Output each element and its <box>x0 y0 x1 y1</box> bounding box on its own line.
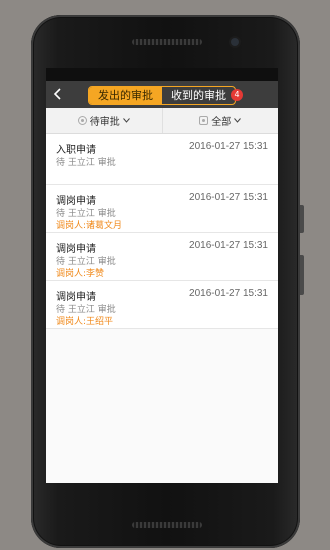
list-item[interactable]: 调岗申请 2016-01-27 15:31 待 王立江 审批 调岗人:李赞 <box>46 233 278 281</box>
item-title: 调岗申请 <box>56 292 96 303</box>
back-arrow-icon[interactable] <box>51 87 65 101</box>
power-button <box>300 255 304 295</box>
tab-sent-label: 发出的审批 <box>98 89 153 102</box>
nav-bar: 发出的审批 收到的审批 4 <box>46 81 278 108</box>
item-transferee: 调岗人:诸葛文月 <box>56 221 123 231</box>
approval-segmented-control: 发出的审批 收到的审批 4 <box>88 86 243 105</box>
item-subtitle: 待 王立江 审批 <box>56 158 116 168</box>
tab-received-label: 收到的审批 <box>171 89 226 102</box>
tab-received-approvals[interactable]: 收到的审批 4 <box>162 87 243 104</box>
item-transferee: 调岗人:王绍平 <box>56 317 114 327</box>
status-filter[interactable]: 待审批 <box>46 108 162 133</box>
item-transferee: 调岗人:李赞 <box>56 269 105 279</box>
status-filter-label: 待审批 <box>89 117 120 128</box>
chevron-down-icon <box>122 118 130 123</box>
unread-badge: 4 <box>231 89 243 101</box>
status-icon <box>77 116 87 125</box>
status-bar <box>46 68 278 81</box>
bottom-speaker <box>132 522 202 528</box>
tab-sent-approvals[interactable]: 发出的审批 <box>89 87 162 104</box>
category-filter[interactable]: 全部 <box>161 108 279 133</box>
volume-button <box>300 205 304 233</box>
list-item[interactable]: 调岗申请 2016-01-27 15:31 待 王立江 审批 调岗人:诸葛文月 <box>46 185 278 233</box>
earpiece-speaker <box>132 39 202 45</box>
front-camera <box>231 38 239 46</box>
item-time: 2016-01-27 15:31 <box>189 288 268 299</box>
filter-bar: 待审批 全部 <box>46 108 278 134</box>
list-item[interactable]: 入职申请 2016-01-27 15:31 待 王立江 审批 <box>46 134 278 185</box>
item-time: 2016-01-27 15:31 <box>189 240 268 251</box>
item-title: 调岗申请 <box>56 196 96 207</box>
list-item[interactable]: 调岗申请 2016-01-27 15:31 待 王立江 审批 调岗人:王绍平 <box>46 281 278 329</box>
item-title: 入职申请 <box>56 145 96 156</box>
item-title: 调岗申请 <box>56 244 96 255</box>
app-screen: 发出的审批 收到的审批 4 待审批 全部 入职申请 2016-01-27 15:… <box>46 68 278 483</box>
approval-list: 入职申请 2016-01-27 15:31 待 王立江 审批 调岗申请 2016… <box>46 134 278 329</box>
category-filter-label: 全部 <box>211 117 232 128</box>
chevron-down-icon <box>234 118 242 123</box>
category-icon <box>199 116 209 125</box>
item-time: 2016-01-27 15:31 <box>189 192 268 203</box>
item-time: 2016-01-27 15:31 <box>189 141 268 152</box>
